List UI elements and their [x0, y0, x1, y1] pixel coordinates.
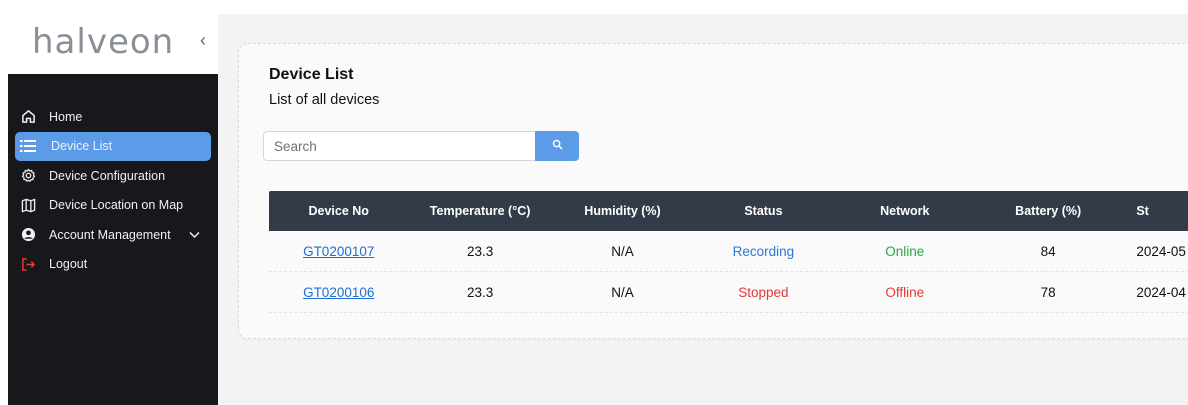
- sidebar: halveon ‹ Home Device List Device Config…: [8, 14, 218, 405]
- device-link[interactable]: GT0200107: [303, 244, 374, 259]
- table-header: Device No Temperature (°C) Humidity (%) …: [269, 191, 1188, 231]
- device-no-cell: GT0200106: [269, 285, 408, 300]
- sidebar-item-device-configuration[interactable]: Device Configuration: [8, 161, 218, 191]
- sidebar-item-label: Logout: [49, 257, 88, 272]
- map-icon: [19, 196, 37, 214]
- column-header[interactable]: Battery (%): [976, 204, 1120, 218]
- home-icon: [19, 108, 37, 126]
- sidebar-item-account-management[interactable]: Account Management: [8, 220, 218, 250]
- start-cell: 2024-05: [1136, 243, 1186, 259]
- status-cell: Recording: [732, 243, 795, 259]
- table-row[interactable]: GT0200107 23.3 N/A Recording Online 84 2…: [269, 231, 1188, 272]
- column-header[interactable]: Humidity (%): [552, 204, 693, 218]
- sidebar-nav: Home Device List Device Configuration De…: [8, 74, 218, 405]
- user-icon: [19, 226, 37, 244]
- column-header[interactable]: Temperature (°C): [408, 204, 551, 218]
- temperature-cell: 23.3: [466, 284, 494, 300]
- search-input[interactable]: [263, 131, 535, 161]
- battery-cell: 84: [1040, 243, 1056, 259]
- logo-bar: halveon ‹: [8, 14, 218, 74]
- gear-icon: [19, 167, 37, 185]
- column-header[interactable]: Status: [693, 204, 833, 218]
- brand-logo[interactable]: halveon: [32, 22, 174, 62]
- search-bar: [263, 131, 579, 161]
- search-icon: [552, 137, 563, 155]
- chevron-down-icon[interactable]: [189, 228, 200, 242]
- device-no-cell: GT0200107: [269, 244, 408, 259]
- collapse-sidebar-icon[interactable]: ‹: [200, 30, 206, 51]
- sidebar-item-logout[interactable]: Logout: [8, 250, 218, 280]
- battery-cell: 78: [1040, 284, 1056, 300]
- column-header[interactable]: Network: [834, 204, 976, 218]
- sidebar-item-label: Device List: [51, 139, 113, 154]
- device-link[interactable]: GT0200106: [303, 285, 374, 300]
- humidity-cell: N/A: [611, 284, 634, 300]
- network-cell: Online: [885, 243, 925, 259]
- sidebar-item-device-list[interactable]: Device List: [15, 131, 211, 161]
- page-subtitle: List of all devices: [269, 92, 380, 108]
- list-icon: [19, 137, 37, 155]
- sidebar-item-label: Device Location on Map: [49, 198, 184, 213]
- sidebar-item-label: Device Configuration: [49, 168, 166, 183]
- column-header[interactable]: Device No: [269, 204, 408, 218]
- column-header[interactable]: St: [1120, 204, 1188, 218]
- sidebar-item-home[interactable]: Home: [8, 102, 218, 132]
- logout-icon: [19, 255, 37, 273]
- table-row[interactable]: GT0200106 23.3 N/A Stopped Offline 78 20…: [269, 272, 1188, 313]
- sidebar-item-label: Home: [49, 109, 83, 124]
- temperature-cell: 23.3: [466, 243, 494, 259]
- device-table: Device No Temperature (°C) Humidity (%) …: [269, 191, 1188, 313]
- search-button[interactable]: [535, 131, 579, 161]
- humidity-cell: N/A: [611, 243, 634, 259]
- start-cell: 2024-04: [1136, 284, 1186, 300]
- page-title: Device List: [269, 66, 354, 83]
- sidebar-item-device-location[interactable]: Device Location on Map: [8, 191, 218, 221]
- device-list-card: Device List List of all devices Device N…: [238, 43, 1188, 339]
- network-cell: Offline: [885, 284, 925, 300]
- status-cell: Stopped: [738, 284, 789, 300]
- sidebar-item-label: Account Management: [49, 227, 171, 242]
